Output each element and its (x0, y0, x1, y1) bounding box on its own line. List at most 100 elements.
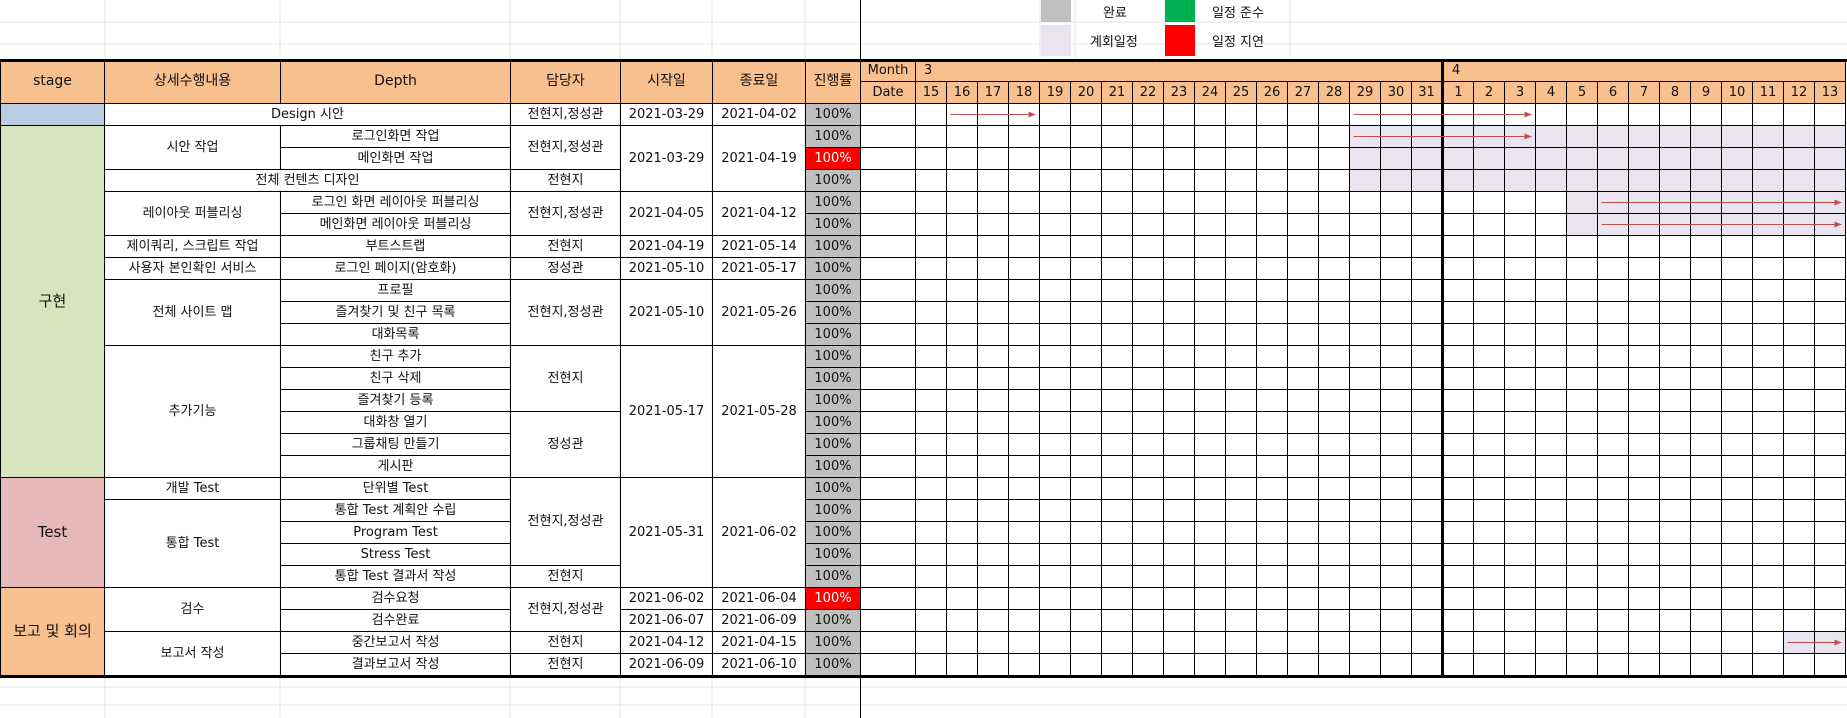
timeline-cell[interactable] (977, 565, 1009, 588)
timeline-cell[interactable] (1039, 367, 1071, 390)
timeline-cell[interactable] (1287, 653, 1319, 676)
timeline-cell[interactable] (1783, 587, 1815, 610)
timeline-cell[interactable] (1194, 499, 1226, 522)
timeline-cell[interactable] (1225, 301, 1257, 324)
timeline-cell[interactable] (946, 609, 978, 632)
timeline-cell[interactable] (1163, 345, 1195, 368)
timeline-cell[interactable] (1256, 653, 1288, 676)
timeline-cell[interactable] (946, 367, 978, 390)
timeline-cell[interactable] (1597, 301, 1629, 324)
timeline-cell[interactable] (1318, 301, 1350, 324)
depth-cell[interactable]: 메인화면 레이아웃 퍼블리싱 (280, 213, 511, 236)
timeline-cell[interactable] (1814, 257, 1846, 280)
timeline-cell[interactable] (1752, 147, 1784, 170)
timeline-cell[interactable] (1008, 389, 1040, 412)
timeline-cell[interactable] (1690, 653, 1722, 676)
timeline-cell[interactable] (1597, 631, 1629, 654)
timeline-cell[interactable] (1473, 455, 1505, 478)
timeline-cell[interactable] (915, 411, 947, 434)
progress-cell[interactable]: 100% (805, 543, 861, 566)
timeline-cell[interactable] (1628, 367, 1660, 390)
timeline-cell[interactable] (1441, 565, 1474, 588)
timeline-cell[interactable] (1566, 345, 1598, 368)
timeline-cell[interactable] (1473, 367, 1505, 390)
timeline-cell[interactable] (1473, 235, 1505, 258)
timeline-cell[interactable] (1349, 609, 1381, 632)
timeline-cell[interactable] (1690, 565, 1722, 588)
timeline-cell[interactable] (1628, 235, 1660, 258)
timeline-cell[interactable] (1473, 565, 1505, 588)
timeline-cell[interactable] (946, 191, 978, 214)
day-label[interactable]: 4 (1535, 81, 1567, 104)
depth-cell[interactable]: 로그인 화면 레이아웃 퍼블리싱 (280, 191, 511, 214)
timeline-cell[interactable] (1070, 147, 1102, 170)
timeline-cell[interactable] (1597, 257, 1629, 280)
timeline-cell[interactable] (1783, 235, 1815, 258)
timeline-cell[interactable] (1752, 367, 1784, 390)
timeline-cell[interactable] (1039, 543, 1071, 566)
timeline-cell[interactable] (1721, 653, 1753, 676)
timeline-cell[interactable] (1721, 565, 1753, 588)
timeline-cell[interactable] (1721, 389, 1753, 412)
timeline-cell[interactable] (977, 543, 1009, 566)
timeline-cell[interactable] (1473, 147, 1505, 170)
timeline-cell[interactable] (1597, 543, 1629, 566)
start-date-cell[interactable]: 2021-06-07 (620, 609, 713, 632)
timeline-cell[interactable] (946, 499, 978, 522)
timeline-cell[interactable] (1101, 499, 1133, 522)
timeline-cell[interactable] (1380, 411, 1412, 434)
timeline-cell[interactable] (1163, 411, 1195, 434)
timeline-cell[interactable] (1752, 543, 1784, 566)
timeline-cell[interactable] (1287, 543, 1319, 566)
timeline-cell[interactable] (1628, 609, 1660, 632)
timeline-cell[interactable] (1163, 125, 1195, 148)
timeline-spacer-cell[interactable] (860, 301, 916, 324)
timeline-cell[interactable] (1039, 235, 1071, 258)
timeline-cell[interactable] (977, 169, 1009, 192)
timeline-cell[interactable] (1597, 103, 1629, 126)
timeline-cell[interactable] (1039, 587, 1071, 610)
timeline-cell[interactable] (1008, 565, 1040, 588)
timeline-cell[interactable] (1194, 477, 1226, 500)
timeline-cell[interactable] (1721, 279, 1753, 302)
timeline-cell[interactable] (1752, 455, 1784, 478)
timeline-cell[interactable] (1070, 169, 1102, 192)
timeline-cell[interactable] (1349, 565, 1381, 588)
timeline-cell[interactable] (1256, 389, 1288, 412)
timeline-cell[interactable] (1225, 191, 1257, 214)
timeline-cell[interactable] (1008, 367, 1040, 390)
timeline-cell[interactable] (1690, 323, 1722, 346)
timeline-cell[interactable] (946, 433, 978, 456)
timeline-cell[interactable] (915, 147, 947, 170)
progress-cell[interactable]: 100% (805, 191, 861, 214)
timeline-cell[interactable] (977, 587, 1009, 610)
timeline-cell[interactable] (1132, 323, 1164, 346)
timeline-cell[interactable] (1752, 257, 1784, 280)
timeline-cell[interactable] (1287, 499, 1319, 522)
timeline-cell[interactable] (1814, 565, 1846, 588)
timeline-cell[interactable] (1535, 345, 1567, 368)
timeline-cell[interactable] (1070, 103, 1102, 126)
timeline-cell[interactable] (1380, 323, 1412, 346)
timeline-cell[interactable] (1318, 609, 1350, 632)
timeline-cell[interactable] (1783, 147, 1815, 170)
timeline-cell[interactable] (1535, 103, 1567, 126)
timeline-cell[interactable] (1256, 301, 1288, 324)
day-label[interactable]: 21 (1101, 81, 1133, 104)
timeline-cell[interactable] (1132, 455, 1164, 478)
timeline-cell[interactable] (1566, 653, 1598, 676)
timeline-cell[interactable] (1163, 169, 1195, 192)
timeline-cell[interactable] (1628, 169, 1660, 192)
timeline-cell[interactable] (1504, 565, 1536, 588)
timeline-cell[interactable] (915, 499, 947, 522)
timeline-cell[interactable] (1473, 499, 1505, 522)
progress-cell[interactable]: 100% (805, 609, 861, 632)
timeline-cell[interactable] (1535, 631, 1567, 654)
depth-cell[interactable]: 로그인화면 작업 (280, 125, 511, 148)
timeline-cell[interactable] (1814, 499, 1846, 522)
timeline-cell[interactable] (1411, 499, 1443, 522)
timeline-cell[interactable] (946, 125, 978, 148)
day-label[interactable]: 18 (1008, 81, 1040, 104)
day-label[interactable]: 22 (1132, 81, 1164, 104)
timeline-cell[interactable] (1163, 235, 1195, 258)
